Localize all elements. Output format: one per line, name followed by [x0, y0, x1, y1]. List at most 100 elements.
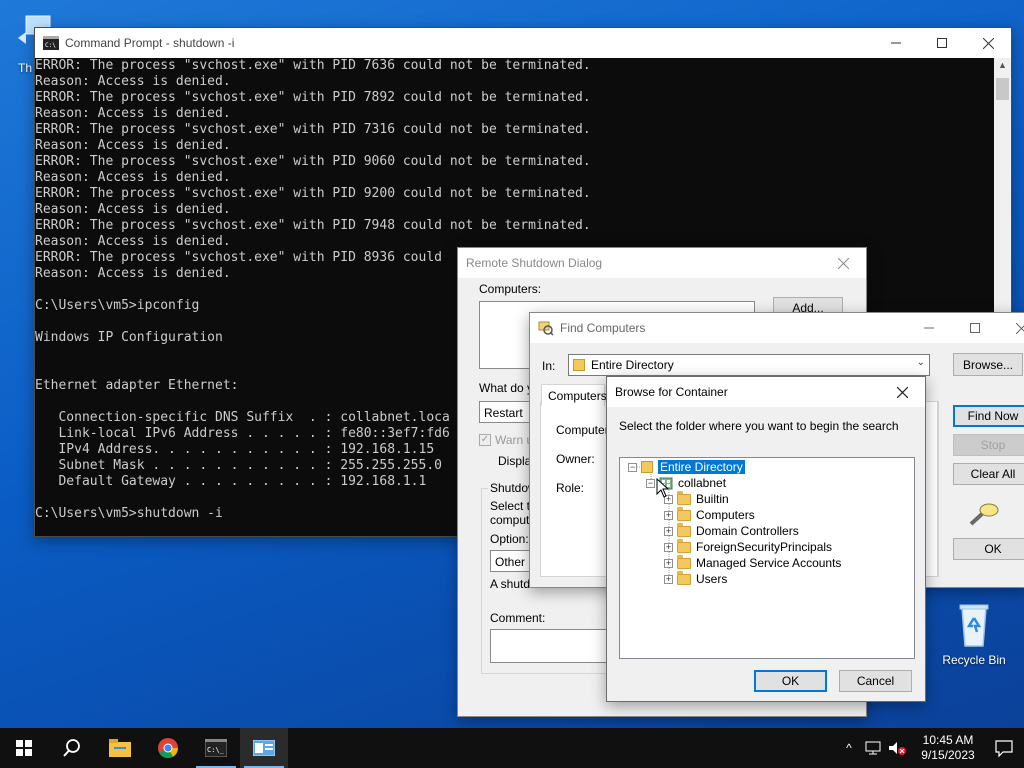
- tree-item-label: Builtin: [696, 492, 729, 506]
- computers-label: Computers:: [479, 282, 542, 296]
- mouse-cursor-icon: [656, 478, 670, 498]
- recycle-bin-icon: [959, 604, 989, 647]
- tree-item-domain-controllers[interactable]: + Domain Controllers: [664, 522, 799, 539]
- close-button[interactable]: [998, 313, 1024, 343]
- in-value: Entire Directory: [591, 358, 674, 372]
- clock-time: 10:45 AM: [922, 733, 974, 747]
- expand-icon[interactable]: +: [664, 542, 673, 552]
- taskbar-command-prompt[interactable]: C:\_: [192, 728, 240, 768]
- tree-item-root[interactable]: − Entire Directory: [628, 459, 745, 475]
- cmd-titlebar[interactable]: C:\ Command Prompt - shutdown -i: [35, 28, 1011, 58]
- tree-item-foreign-security-principals[interactable]: + ForeignSecurityPrincipals: [664, 538, 832, 555]
- action-value: Restart: [484, 406, 523, 420]
- fc-right-divider: [938, 401, 939, 577]
- bfc-title: Browse for Container: [615, 385, 728, 399]
- chevron-up-icon[interactable]: ^: [838, 741, 860, 755]
- svg-text:C:\_: C:\_: [207, 746, 225, 754]
- close-icon: [837, 257, 849, 269]
- desktop-icon-recycle-bin[interactable]: Recycle Bin: [936, 600, 1012, 667]
- chevron-down-icon[interactable]: ⌄: [917, 357, 925, 368]
- taskbar-remote-shutdown[interactable]: [240, 728, 288, 768]
- notifications-icon[interactable]: [984, 738, 1024, 758]
- chrome-icon: [158, 738, 179, 759]
- directory-icon: [641, 461, 653, 473]
- svg-text:C:\: C:\: [45, 42, 56, 49]
- browse-for-container-dialog[interactable]: Browse for Container Select the folder w…: [606, 376, 926, 702]
- desktop-icon-label: Recycle Bin: [942, 653, 1006, 667]
- maximize-icon: [970, 323, 980, 333]
- folder-icon: [677, 570, 691, 585]
- network-icon[interactable]: [862, 740, 884, 756]
- close-button[interactable]: [820, 248, 866, 278]
- close-button[interactable]: [965, 28, 1011, 58]
- clock[interactable]: 10:45 AM 9/15/2023: [912, 733, 984, 763]
- dialog-app-icon: [253, 740, 275, 756]
- bfc-cancel-button[interactable]: Cancel: [839, 670, 912, 692]
- bfc-titlebar[interactable]: Browse for Container: [607, 377, 925, 407]
- tree-item-label: Managed Service Accounts: [696, 556, 842, 570]
- checkbox-icon: ✓: [479, 434, 491, 446]
- warn-checkbox[interactable]: ✓ Warn u: [479, 433, 533, 447]
- clock-date: 9/15/2023: [921, 748, 975, 762]
- folder-icon: [677, 522, 691, 537]
- expand-icon[interactable]: +: [664, 526, 673, 536]
- folder-icon: [677, 506, 691, 521]
- scroll-up-icon[interactable]: ▲: [994, 60, 1011, 70]
- expand-icon[interactable]: +: [664, 574, 673, 584]
- taskbar-file-explorer[interactable]: [96, 728, 144, 768]
- system-tray: ^ 10:45 AM 9/15/2023: [838, 728, 1024, 768]
- owner-label: Owner:: [556, 452, 595, 466]
- volume-muted-icon[interactable]: [886, 740, 908, 756]
- find-now-button[interactable]: Find Now: [953, 405, 1024, 427]
- search-icon: [63, 739, 80, 757]
- maximize-button[interactable]: [952, 313, 998, 343]
- search-button[interactable]: [48, 728, 96, 768]
- start-button[interactable]: [0, 728, 48, 768]
- minimize-button[interactable]: [873, 28, 919, 58]
- fc-ok-button[interactable]: OK: [953, 538, 1024, 560]
- fc-title: Find Computers: [560, 321, 646, 335]
- stop-button[interactable]: Stop: [953, 434, 1024, 456]
- browse-button[interactable]: Browse...: [953, 353, 1023, 376]
- scroll-thumb[interactable]: [996, 78, 1009, 100]
- in-select[interactable]: Entire Directory ⌄: [568, 354, 930, 376]
- tree-item-computers[interactable]: + Computers: [664, 506, 755, 523]
- close-icon: [896, 386, 908, 398]
- expand-icon[interactable]: +: [664, 558, 673, 568]
- tree-item-managed-service-accounts[interactable]: + Managed Service Accounts: [664, 554, 842, 571]
- minimize-icon: [891, 42, 901, 44]
- cmd-icon: C:\_: [205, 739, 227, 757]
- maximize-icon: [937, 38, 947, 48]
- fc-titlebar[interactable]: Find Computers: [530, 313, 1024, 343]
- collapse-icon[interactable]: −: [646, 478, 655, 488]
- option-label: Option:: [490, 532, 529, 546]
- collapse-icon[interactable]: −: [628, 462, 637, 472]
- close-button[interactable]: [879, 377, 925, 407]
- cmd-line: ERROR: The process "svchost.exe" with PI…: [35, 218, 591, 233]
- find-computers-icon: [538, 321, 554, 336]
- tree-item-label: Entire Directory: [658, 460, 745, 474]
- directory-icon: [573, 359, 585, 371]
- tree-item-builtin[interactable]: + Builtin: [664, 490, 729, 507]
- clear-all-button[interactable]: Clear All: [953, 463, 1024, 485]
- tree-item-label: collabnet: [678, 476, 727, 490]
- tree-item-users[interactable]: + Users: [664, 570, 727, 587]
- cmd-title: Command Prompt - shutdown -i: [65, 36, 235, 50]
- taskbar-chrome[interactable]: [144, 728, 192, 768]
- rsd-titlebar[interactable]: Remote Shutdown Dialog: [458, 248, 866, 278]
- role-label: Role:: [556, 481, 585, 495]
- comment-label: Comment:: [490, 611, 546, 625]
- minimize-icon: [924, 327, 934, 329]
- bfc-ok-button[interactable]: OK: [754, 670, 827, 692]
- tree-item-label: Domain Controllers: [696, 524, 799, 538]
- expand-icon[interactable]: +: [664, 510, 673, 520]
- comment-field[interactable]: [490, 629, 610, 663]
- maximize-button[interactable]: [919, 28, 965, 58]
- file-explorer-icon: [109, 739, 131, 757]
- cmd-line: Reason: Access is denied.: [35, 74, 231, 89]
- cmd-line: ERROR: The process "svchost.exe" with PI…: [35, 122, 591, 137]
- tab-computers[interactable]: Computers: [541, 384, 607, 406]
- close-icon: [982, 37, 994, 49]
- minimize-button[interactable]: [906, 313, 952, 343]
- container-tree[interactable]: − Entire Directory − collabnet + Builtin…: [619, 457, 915, 659]
